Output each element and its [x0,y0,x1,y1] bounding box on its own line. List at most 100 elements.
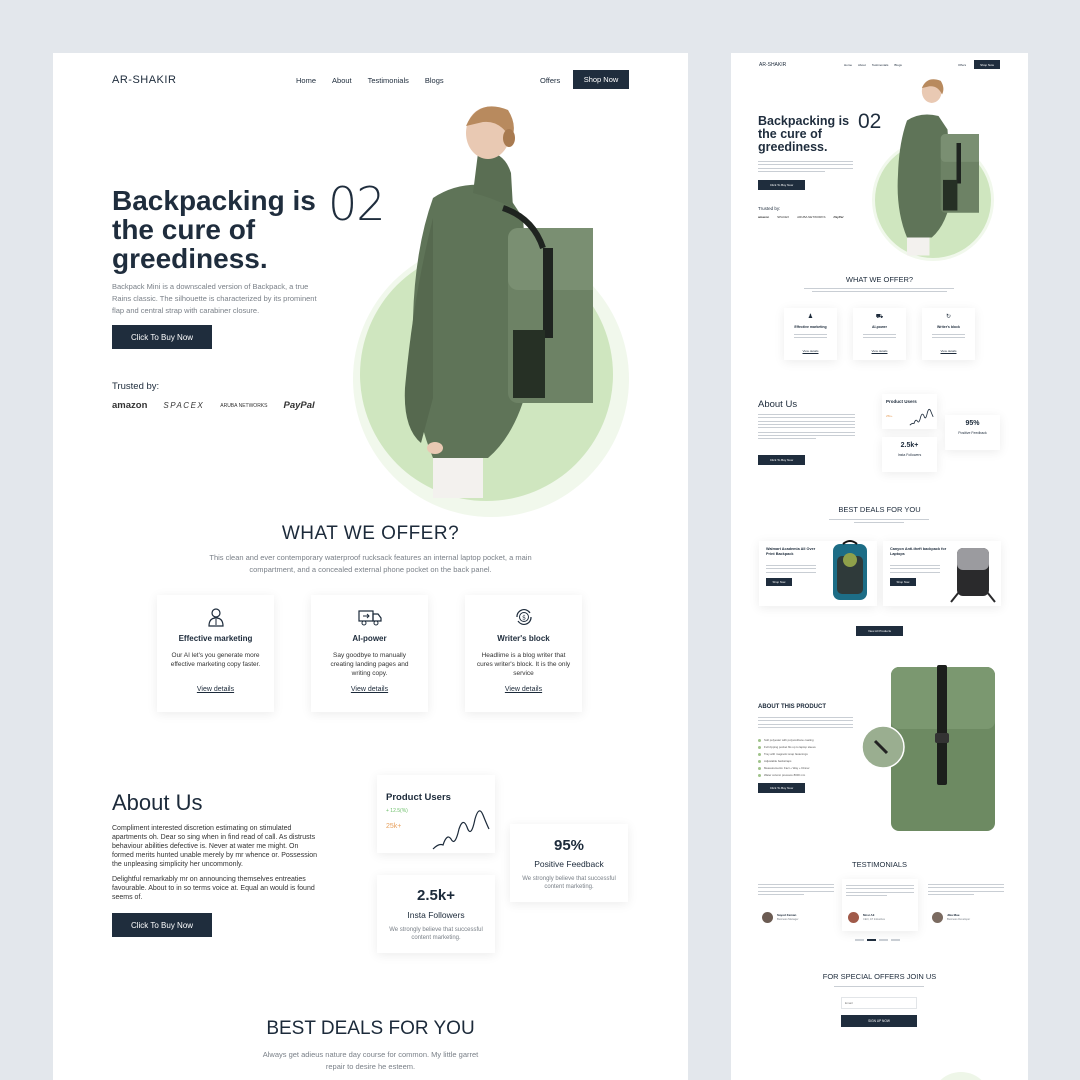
about-paragraph-1: Compliment interested discretion estimat… [112,825,318,868]
product-users-title: Product Users [386,792,451,803]
mini-product-desc-lines [758,715,853,730]
feedback-label: Positive Feedback [534,859,604,869]
shop-now-button[interactable]: Shop Now [573,70,629,89]
pagination-dot[interactable] [891,939,900,941]
mini-hero-title: Backpacking is the cure of greediness. [758,115,849,154]
pagination-dot[interactable] [879,939,888,941]
mini-trusted-by: Trusted by: [758,206,781,211]
about-title: About Us [112,790,203,815]
mini-feedback-card: 95% Positive Feedback [945,415,1000,450]
mini-followers-value: 2.5k+ [900,442,919,449]
nav-offers-link[interactable]: Offers [540,76,560,85]
view-details-link[interactable]: View details [311,686,428,693]
mini-offer-card-title: AI-power [872,325,887,329]
mini-followers-label: Insta Followers [897,453,922,457]
testimonial-pagination[interactable] [855,939,900,941]
mini-nav-link-blogs[interactable]: Blogs [894,63,902,67]
avatar [762,912,773,923]
product-users-sparkline [432,810,490,850]
pagination-dot[interactable] [855,939,864,941]
nav-link-about[interactable]: About [332,76,352,85]
mini-deal-name: Canyon Anti-theft backpack for Laptops [890,547,947,556]
mini-nav-link-home[interactable]: Home [844,63,852,67]
mini-feedback-label: Positive Feedback [958,431,987,435]
mini-deal-shop-button[interactable]: Shop Now [890,578,916,586]
mini-testimonials-title: TESTIMONIALS [851,860,907,869]
feedback-value: 95% [553,837,585,854]
nav-links: Home About Testimonials Blogs [296,76,444,85]
logo[interactable]: AR-SHAKIR [112,74,176,86]
followers-card: 2.5k+ Insta Followers We strongly believ… [377,875,495,953]
mini-deals-subtitle-lines [829,517,929,526]
feature-item: Water column pressure 8000 mm [758,772,816,779]
offer-card-text: Headlime is a blog writer that cures wri… [476,652,571,677]
mini-deal-shop-button[interactable]: Shop Now [766,578,792,586]
mini-model-image [897,79,979,256]
mini-offer-card-lines [794,332,827,341]
testimonial-name: Sayed Zaman [777,913,797,917]
main-page-preview: AR-SHAKIR Home About Testimonials Blogs … [53,53,688,1080]
mini-nav-link-about[interactable]: About [858,63,866,67]
mini-offer-card-lines [932,332,965,341]
mini-deals-title: BEST DEALS FOR YOU [838,505,921,514]
nav-link-testimonials[interactable]: Testimonials [368,76,409,85]
mini-offer-title: WHAT WE OFFER? [845,275,914,284]
model-with-backpack-image [404,106,593,498]
about-buy-button[interactable]: Click To Buy Now [112,913,212,937]
mini-about-buy-button[interactable]: Click To Buy Now [758,455,805,465]
mini-product-title: ABOUT THIS PRODUCT [758,704,826,710]
mini-deal-lines [890,563,940,575]
mini-shop-now-button[interactable]: Shop Now [974,60,1000,69]
mini-logo[interactable]: AR-SHAKIR [759,62,786,68]
mini-subscribe-title: FOR SPECIAL OFFERS JOIN US [822,972,937,981]
nav-link-home[interactable]: Home [296,76,316,85]
hero-title-line-2: the cure of [112,214,256,245]
mini-offer-card-writers: ↻ Writer's block View details [922,308,975,360]
followers-value: 2.5k+ [417,887,455,904]
email-input[interactable] [841,997,917,1009]
mini-view-details-link[interactable]: View details [922,349,975,353]
deals-subtitle-line-2: repair to desire he esteem. [325,1061,416,1071]
mini-view-all-products-button[interactable]: View All Products [856,626,903,636]
followers-text: We strongly believe that successful cont… [389,927,483,941]
feedback-text: We strongly believe that successful cont… [522,876,616,890]
green-backpack-product-image [861,665,995,831]
hero-buy-button[interactable]: Click To Buy Now [112,325,212,349]
hero-slide-number: 02 [328,177,386,231]
deals-subtitle: Always get adieus nature day course for … [53,1049,688,1072]
view-details-link[interactable]: View details [465,686,582,693]
mini-sparkline [909,408,934,426]
feedback-card: 95% Positive Feedback We strongly believ… [510,824,628,902]
offer-card-title: Effective marketing [178,634,253,643]
offer-title: WHAT WE OFFER? [281,523,460,544]
truck-icon [358,607,382,627]
full-page-preview: AR-SHAKIR Home About Testimonials Blogs … [731,53,1028,1080]
testimonial-text-lines [928,884,1004,895]
mini-view-details-link[interactable]: View details [853,349,906,353]
deals-subtitle-line-1: Always get adieus nature day course for … [262,1050,479,1059]
mini-product-users-card: Product Users 25k+ [882,394,937,429]
mini-offer-subtitle-lines [804,286,954,295]
mini-offer-card-marketing: ♟ Effective marketing View details [784,308,837,360]
mini-offers-link[interactable]: Offers [958,63,966,67]
product-users-value: 25k+ [386,823,402,830]
person-icon [206,607,226,627]
testimonial-text-lines [758,884,834,895]
view-details-link[interactable]: View details [157,686,274,693]
mini-product-users-title: Product Users [886,399,917,404]
mini-deal-card-walmart: Walmart Academia All Over Print Backpack… [759,540,877,606]
brand-aruba: ARUBA NETWORKS [220,402,268,409]
mini-hero-buy-button[interactable]: Click To Buy Now [758,180,805,190]
hero-title: Backpacking is the cure of greediness. [112,186,316,273]
mini-brand-logos: amazon SPACEX ARUBA NETWORKS PayPal [758,215,843,219]
brand-logos: amazon SPACEX ARUBA NETWORKS PayPal [112,400,315,411]
sign-up-button[interactable]: SIGN UP NOW [841,1015,917,1027]
mini-about-lines [758,412,855,442]
mini-product-buy-button[interactable]: Click To Buy Now [758,783,805,793]
pagination-dot-active[interactable] [867,939,876,941]
mini-nav-link-testimonials[interactable]: Testimonials [872,63,889,67]
mini-view-details-link[interactable]: View details [784,349,837,353]
mini-dollar-cycle-icon: ↻ [945,314,952,320]
hero-title-line-3: greediness. [112,243,268,274]
nav-link-blogs[interactable]: Blogs [425,76,444,85]
